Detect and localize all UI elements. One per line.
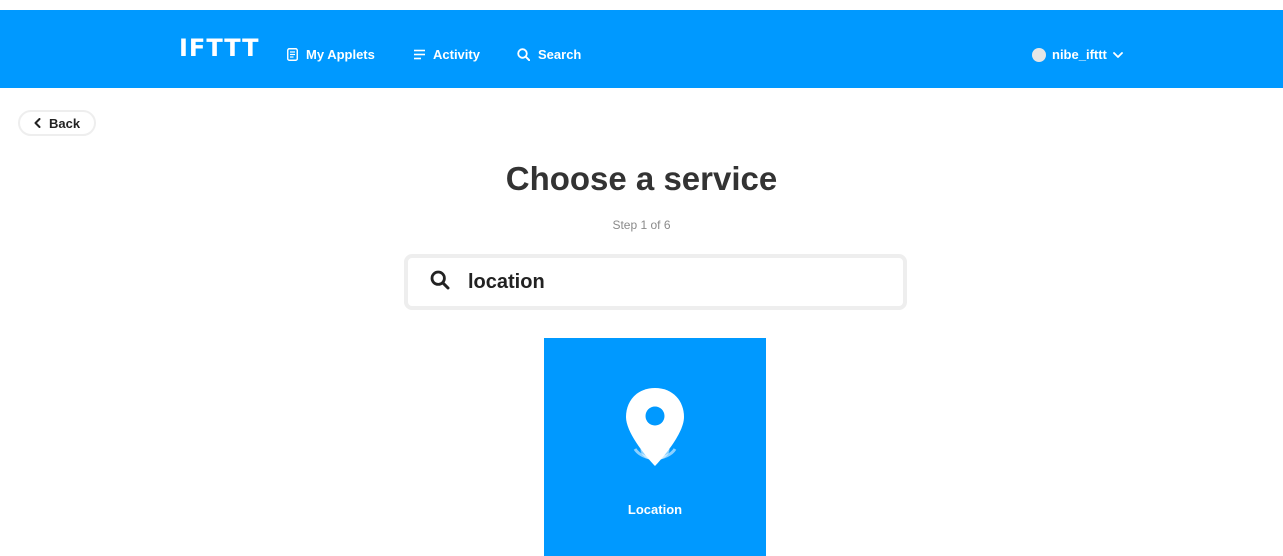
username: nibe_ifttt bbox=[1052, 47, 1107, 62]
service-name: Location bbox=[627, 502, 683, 517]
service-tile-location[interactable]: Location bbox=[544, 338, 766, 556]
top-nav-bar: IFTTT My Applets Activity Search nibe_if… bbox=[0, 10, 1283, 88]
user-menu[interactable]: nibe_ifttt bbox=[1032, 47, 1123, 62]
search-input[interactable]: location bbox=[404, 254, 907, 310]
location-pin-icon bbox=[619, 386, 691, 491]
search-value[interactable]: location bbox=[468, 271, 545, 294]
nav-activity[interactable]: Activity bbox=[414, 47, 480, 62]
search-icon bbox=[517, 48, 530, 61]
nav-my-applets-label: My Applets bbox=[306, 47, 375, 62]
search-icon bbox=[430, 270, 450, 295]
avatar bbox=[1032, 47, 1046, 62]
nav-search[interactable]: Search bbox=[517, 47, 581, 62]
back-button[interactable]: Back bbox=[18, 110, 96, 136]
nav-my-applets[interactable]: My Applets bbox=[287, 47, 375, 62]
nav-search-label: Search bbox=[538, 47, 582, 62]
chevron-left-icon bbox=[34, 116, 41, 131]
nav-activity-label: Activity bbox=[433, 47, 480, 62]
applets-icon bbox=[287, 48, 298, 61]
activity-icon bbox=[414, 49, 425, 60]
chevron-down-icon bbox=[1112, 47, 1123, 62]
page-title: Choose a service bbox=[505, 160, 778, 197]
top-strip bbox=[0, 0, 1283, 10]
step-indicator: Step 1 of 6 bbox=[612, 218, 671, 232]
ifttt-logo[interactable]: IFTTT bbox=[179, 34, 260, 62]
back-label: Back bbox=[49, 115, 81, 131]
